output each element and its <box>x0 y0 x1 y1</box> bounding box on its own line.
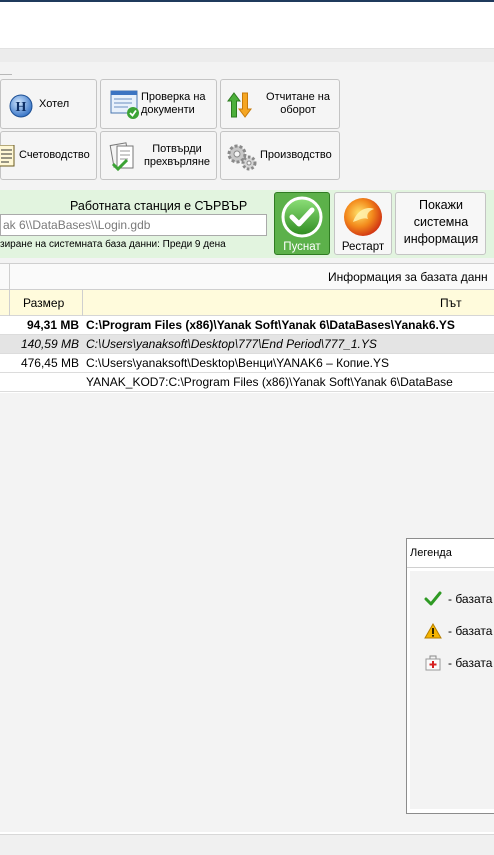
hotel-icon: H <box>9 94 33 118</box>
row-size: 476,45 MB <box>20 356 79 370</box>
row-path: C:\Users\yanaksoft\Desktop\Венци\YANAK6 … <box>86 356 389 370</box>
sync-info-text: зиране на системната база данни: Преди 9… <box>0 239 226 250</box>
table-row[interactable]: YANAK_KOD7:C:\Program Files (x86)\Yanak … <box>0 373 494 392</box>
confirm-transfer-button[interactable]: Потвърди прехвърляне <box>100 131 217 180</box>
row-path: C:\Users\yanaksoft\Desktop\777\End Perio… <box>86 337 377 351</box>
accounting-button[interactable]: Счетоводство <box>0 131 97 180</box>
row-path: C:\Program Files (x86)\Yanak Soft\Yanak … <box>86 318 455 332</box>
legend-body: - базата - базата - базата <box>410 571 494 809</box>
restart-button[interactable]: Рестарт <box>334 192 392 255</box>
turnover-label: Отчитане на оборот <box>266 91 330 116</box>
check-documents-label: Проверка на документи <box>141 91 206 116</box>
running-button[interactable]: Пуснат <box>274 192 330 255</box>
row-path: YANAK_KOD7:C:\Program Files (x86)\Yanak … <box>86 375 453 389</box>
ribbon-separator <box>0 48 494 63</box>
row-size: 140,59 MB <box>20 337 79 351</box>
transfer-docs-icon <box>109 142 134 172</box>
legend-title-bar[interactable]: Легенда <box>407 539 494 568</box>
svg-text:H: H <box>16 100 27 115</box>
workstation-server-label: Работната станция е СЪРВЪР <box>70 199 248 213</box>
grid-group-header: Информация за базата данн <box>0 263 494 290</box>
running-label: Пуснат <box>283 241 321 253</box>
document-check-icon <box>110 90 139 119</box>
confirm-transfer-label: Потвърди прехвърляне <box>143 143 211 168</box>
table-row[interactable]: 476,45 MB C:\Users\yanaksoft\Desktop\Вен… <box>0 354 494 373</box>
column-header-size[interactable]: Размер <box>23 296 64 310</box>
table-row[interactable]: 94,31 MB C:\Program Files (x86)\Yanak So… <box>0 316 494 335</box>
warning-icon <box>424 623 442 639</box>
firebird-icon <box>344 198 382 236</box>
legend-item-text: - базата <box>448 624 493 638</box>
hotel-button[interactable]: H Хотел <box>0 79 97 129</box>
column-header-path[interactable]: Път <box>440 296 462 310</box>
production-button[interactable]: Производство <box>220 131 340 180</box>
window-top-border <box>0 0 494 2</box>
restart-label: Рестарт <box>341 241 385 253</box>
system-info-button[interactable]: Покажи системна информация <box>395 192 486 255</box>
table-row[interactable]: 140,59 MB C:\Users\yanaksoft\Desktop\777… <box>0 335 494 354</box>
status-bar <box>0 834 494 855</box>
updown-arrows-icon <box>227 92 252 118</box>
accounting-icon <box>0 145 15 167</box>
check-documents-button[interactable]: Проверка на документи <box>100 79 217 129</box>
gears-icon <box>227 144 257 171</box>
accounting-label: Счетоводство <box>19 149 90 161</box>
group-header-label: Информация за базата данн <box>328 270 488 284</box>
row-size: 94,31 MB <box>26 318 79 332</box>
turnover-button[interactable]: Отчитане на оборот <box>220 79 340 129</box>
hotel-label: Хотел <box>39 98 70 110</box>
production-label: Производство <box>260 149 332 161</box>
check-circle-icon <box>281 196 323 238</box>
legend-item-text: - базата <box>448 592 493 606</box>
grid-column-header: Размер Път <box>0 290 494 316</box>
check-icon <box>424 591 442 606</box>
grid-column-divider-left <box>9 290 10 316</box>
grid-left-line <box>9 263 10 290</box>
tab-edge <box>0 74 12 78</box>
system-info-label: Покажи системна информация <box>403 198 479 246</box>
legend-title: Легенда <box>410 547 452 559</box>
database-path-field[interactable]: ak 6\\DataBases\\Login.gdb <box>0 214 267 236</box>
first-aid-icon <box>425 655 441 671</box>
legend-item-text: - базата <box>448 656 493 670</box>
legend-window[interactable]: Легенда - базата - базата - базата <box>406 538 494 814</box>
